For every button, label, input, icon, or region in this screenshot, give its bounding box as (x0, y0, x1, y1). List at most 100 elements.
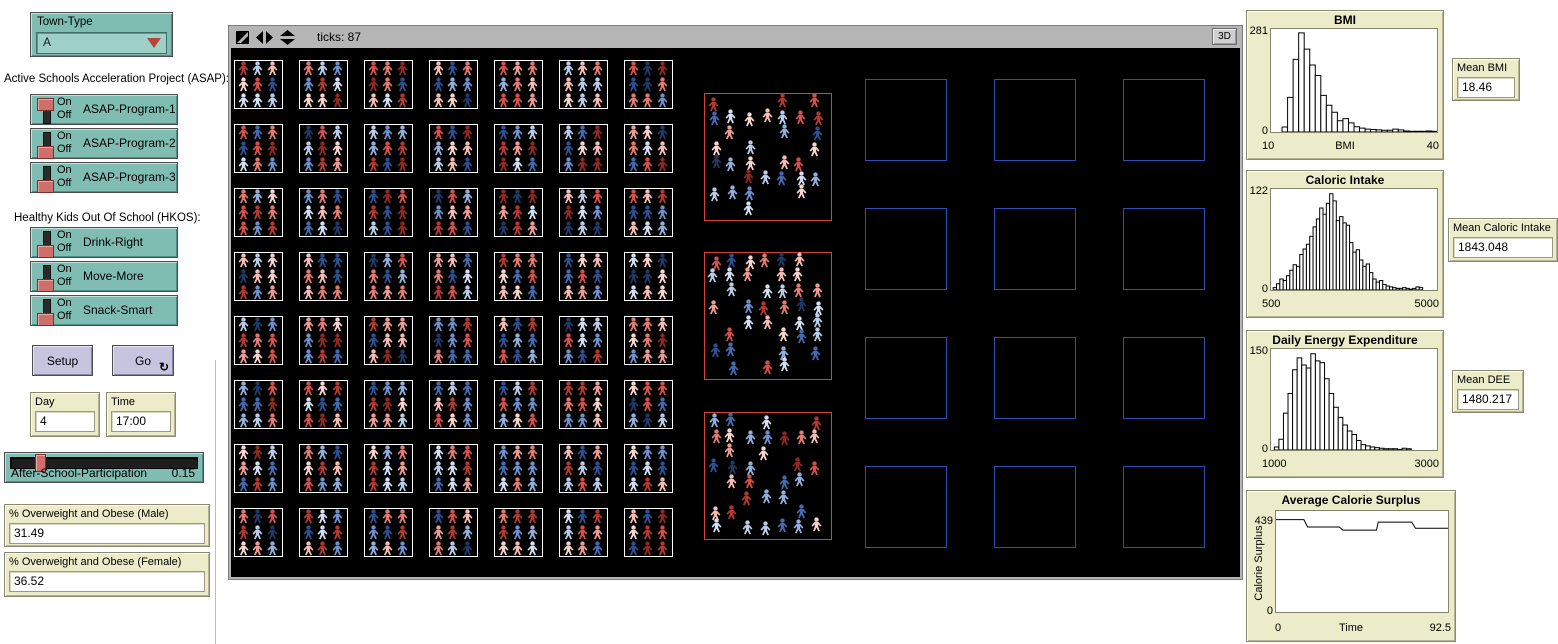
household-cell (624, 316, 673, 365)
person-agent-icon (591, 509, 604, 524)
person-agent-icon (316, 125, 329, 140)
person-agent-icon (302, 445, 315, 460)
person-agent-icon (627, 93, 640, 108)
x-axis-max-tick: 5000 (1415, 298, 1439, 310)
person-agent-icon (562, 381, 575, 396)
person-agent-icon (511, 253, 524, 268)
person-agent-icon (316, 93, 329, 108)
person-agent-icon (251, 477, 264, 492)
person-agent-icon (511, 77, 524, 92)
household-cell (429, 508, 478, 557)
person-agent-icon (266, 445, 279, 460)
program-switch[interactable]: On Off ASAP-Program-2 (30, 128, 178, 159)
toggle-handle[interactable] (37, 245, 54, 258)
after-school-participation-slider[interactable]: After-School-Participation 0.15 (4, 452, 204, 483)
program-switch[interactable]: On Off ASAP-Program-3 (30, 162, 178, 193)
person-agent-icon (741, 267, 754, 282)
person-agent-icon (656, 157, 669, 172)
person-agent-icon (526, 461, 539, 476)
y-axis-max-tick: 281 (1247, 25, 1268, 37)
household-cell (624, 508, 673, 557)
program-switch[interactable]: On Off Move-More (30, 261, 178, 292)
person-agent-icon (656, 397, 669, 412)
person-agent-icon (726, 460, 739, 475)
person-agent-icon (251, 445, 264, 460)
town-type-chooser[interactable]: Town-Type A (30, 12, 173, 57)
person-agent-icon (656, 221, 669, 236)
person-agent-icon (302, 61, 315, 76)
toggle-icon[interactable] (37, 96, 54, 124)
person-agent-icon (432, 189, 445, 204)
person-agent-icon (396, 349, 409, 364)
toggle-icon[interactable] (37, 130, 54, 158)
person-agent-icon (562, 317, 575, 332)
toggle-handle[interactable] (37, 279, 54, 292)
toggle-icon[interactable] (37, 297, 54, 325)
switch-label: ASAP-Program-3 (83, 163, 176, 192)
person-agent-icon (432, 381, 445, 396)
person-agent-icon (381, 141, 394, 156)
person-agent-icon (562, 205, 575, 220)
setup-button[interactable]: Setup (32, 345, 93, 376)
world-view-canvas[interactable] (231, 48, 1240, 577)
go-button[interactable]: Go ↻ (112, 345, 174, 376)
person-agent-icon (446, 349, 459, 364)
person-agent-icon (266, 221, 279, 236)
person-agent-icon (266, 477, 279, 492)
person-agent-icon (266, 349, 279, 364)
person-agent-icon (656, 525, 669, 540)
person-agent-icon (778, 155, 791, 170)
3d-button[interactable]: 3D (1212, 28, 1237, 45)
toggle-icon[interactable] (37, 263, 54, 291)
person-agent-icon (576, 189, 589, 204)
person-agent-icon (562, 221, 575, 236)
program-switch[interactable]: On Off Drink-Right (30, 227, 178, 258)
day-monitor-value: 4 (35, 411, 95, 432)
person-agent-icon (526, 77, 539, 92)
person-agent-icon (432, 477, 445, 492)
person-agent-icon (656, 125, 669, 140)
off-label: Off (57, 143, 72, 156)
program-switch[interactable]: On Off Snack-Smart (30, 295, 178, 326)
person-agent-icon (497, 61, 510, 76)
off-label: Off (57, 310, 72, 323)
person-agent-icon (251, 77, 264, 92)
program-switch[interactable]: On Off ASAP-Program-1 (30, 94, 178, 125)
household-cell (299, 124, 348, 173)
caloric-intake-plot: Caloric Intake 122 0 500 5000 (1246, 170, 1444, 318)
toggle-handle[interactable] (37, 98, 54, 111)
person-agent-icon (237, 157, 250, 172)
person-agent-icon (811, 283, 824, 298)
person-agent-icon (497, 205, 510, 220)
overweight-female-value: 36.52 (9, 571, 205, 592)
person-agent-icon (641, 141, 654, 156)
toggle-icon[interactable] (37, 164, 54, 192)
town-type-dropdown[interactable]: A (36, 32, 167, 54)
person-agent-icon (656, 317, 669, 332)
person-agent-icon (526, 157, 539, 172)
person-agent-icon (316, 525, 329, 540)
person-agent-icon (656, 381, 669, 396)
person-agent-icon (497, 157, 510, 172)
person-agent-icon (446, 157, 459, 172)
person-agent-icon (562, 77, 575, 92)
person-agent-icon (627, 381, 640, 396)
person-agent-icon (461, 445, 474, 460)
person-agent-icon (251, 461, 264, 476)
person-agent-icon (627, 189, 640, 204)
toggle-icon[interactable] (37, 229, 54, 257)
person-agent-icon (591, 349, 604, 364)
day-monitor-label: Day (35, 396, 95, 409)
toggle-handle[interactable] (37, 313, 54, 326)
person-agent-icon (461, 93, 474, 108)
person-agent-icon (725, 282, 738, 297)
toggle-onoff-labels: On Off (57, 229, 72, 255)
household-cell (429, 380, 478, 429)
x-axis-min-tick: 1000 (1262, 458, 1286, 470)
toggle-handle[interactable] (37, 146, 54, 159)
view-corner-icon (236, 31, 249, 44)
person-agent-icon (656, 413, 669, 428)
person-agent-icon (316, 349, 329, 364)
person-agent-icon (641, 525, 654, 540)
toggle-handle[interactable] (37, 180, 54, 193)
